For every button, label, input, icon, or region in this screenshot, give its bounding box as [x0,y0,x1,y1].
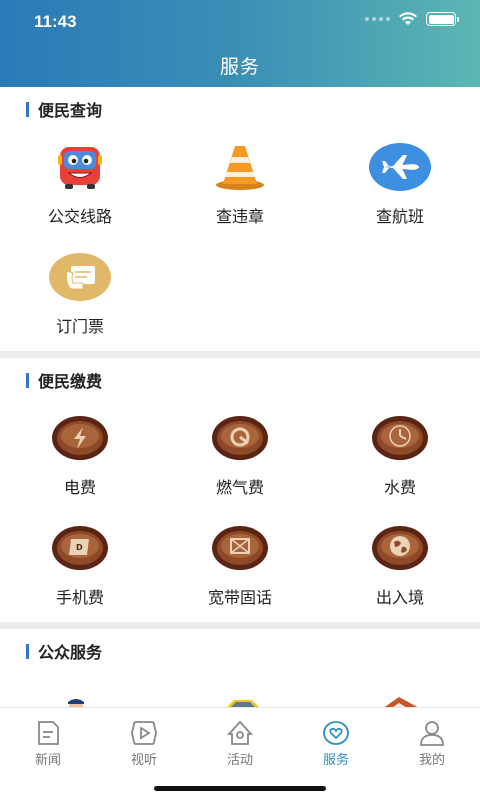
service-label: 水费 [383,478,416,497]
tab-label: 活动 [226,753,253,768]
page-title: 服务 [219,56,260,78]
section-marker [26,372,29,388]
service-label: 查违章 [215,207,264,226]
phone-bill-icon: D [52,526,108,570]
service-gas[interactable]: 燃气费 [160,402,320,512]
house-icon [384,697,418,707]
service-water[interactable]: 水费 [320,402,480,512]
traffic-cone-icon [216,146,264,190]
battery-icon [426,12,459,26]
service-exit-entry[interactable]: 出入境 [320,512,480,622]
service-public-1[interactable] [0,673,160,707]
service-tickets[interactable]: 订门票 [0,241,160,351]
service-label: 订门票 [55,317,104,336]
tab-label: 新闻 [34,753,61,768]
section-title: 便民缴费 [38,372,103,391]
tab-label: 服务 [322,753,349,768]
svg-text:D: D [76,543,83,552]
bus-icon [58,147,102,189]
service-label: 电费 [63,478,96,497]
airplane-icon [369,143,431,191]
section-convenience-query: 便民查询 公交线路 查违章 查航班 订门票 [0,87,480,358]
service-phone-bill[interactable]: D 手机费 [0,512,160,622]
status-icons [365,12,459,26]
tab-label: 我的 [418,753,445,768]
service-public-2[interactable] [160,673,320,707]
service-public-3[interactable] [320,673,480,707]
electricity-icon [52,416,108,460]
service-heart-icon [323,721,349,745]
service-bus-routes[interactable]: 公交线路 [0,131,160,241]
service-label: 手机费 [55,588,104,607]
activity-icon [226,720,254,745]
gas-icon [212,416,268,460]
profile-icon [420,721,444,746]
section-title: 公众服务 [38,643,103,662]
section-convenience-payment: 便民缴费 电费 燃气费 水费 D 手机费 宽带固话 出入境 [0,358,480,629]
service-traffic-violation[interactable]: 查违章 [160,131,320,241]
section-marker [26,101,29,117]
service-flight[interactable]: 查航班 [320,131,480,241]
ticket-icon [49,253,111,301]
taxi-icon [227,700,259,707]
service-label: 宽带固话 [207,588,272,607]
wifi-icon [399,12,417,25]
service-label: 燃气费 [215,478,264,497]
services-content[interactable]: 便民查询 公交线路 查违章 查航班 订门票 便民缴费 电费 燃气费 水费 D 手… [0,87,480,707]
status-time: 11:43 [34,12,77,31]
tab-news[interactable]: 新闻 [0,708,96,800]
section-public-service: 公众服务 [0,629,480,707]
service-label: 公交线路 [47,207,112,226]
service-broadband[interactable]: 宽带固话 [160,512,320,622]
header-bar: 11:43 服务 [0,0,480,87]
home-indicator [154,786,326,791]
service-label: 查航班 [375,207,424,226]
play-icon [131,721,157,745]
broadband-icon [212,526,268,570]
service-person-icon [68,699,84,707]
service-label: 出入境 [375,588,424,607]
tab-label: 视听 [130,753,157,768]
section-marker [26,643,29,659]
news-icon [38,721,59,745]
service-electricity[interactable]: 电费 [0,402,160,512]
globe-icon [372,526,428,570]
tab-profile[interactable]: 我的 [384,708,480,800]
signal-icon [365,17,390,21]
water-clock-icon [372,416,428,460]
section-title: 便民查询 [38,101,103,120]
